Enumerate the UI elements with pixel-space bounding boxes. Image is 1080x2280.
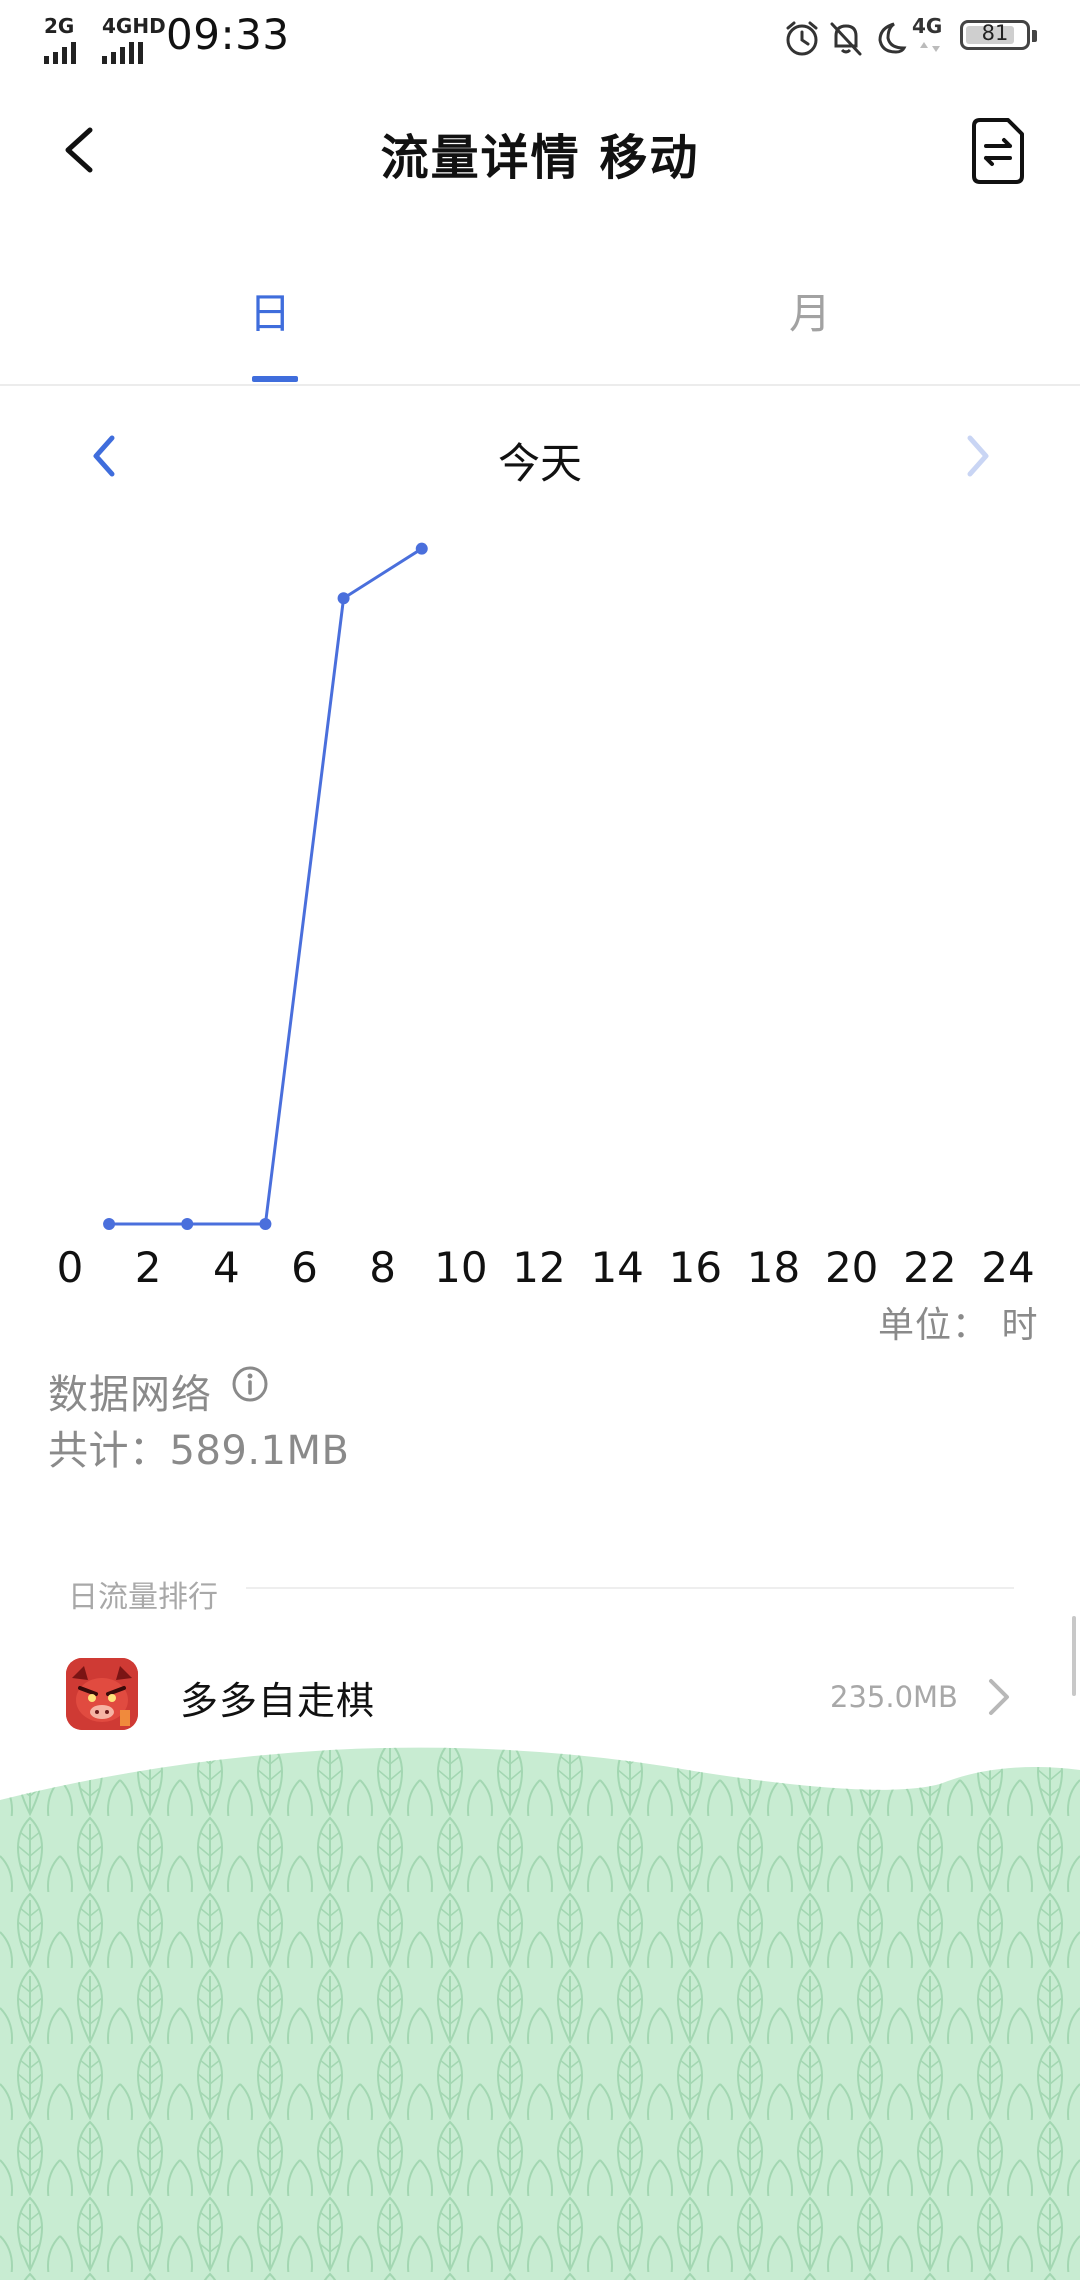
ranking-divider	[246, 1587, 1014, 1589]
alarm-icon	[786, 21, 818, 56]
x-axis-tick-label: 12	[512, 1243, 565, 1292]
x-axis-tick-label: 4	[213, 1243, 240, 1292]
app-data-size: 235.0MB	[830, 1680, 958, 1714]
sim-switch-icon[interactable]	[968, 116, 1028, 186]
tab-divider	[0, 384, 1080, 386]
page-title: 流量详情 移动	[380, 130, 700, 186]
usage-data-point	[181, 1218, 194, 1230]
x-axis-tick-label: 14	[590, 1243, 643, 1292]
battery-level: 81	[981, 21, 1009, 45]
tab-indicator	[252, 376, 298, 382]
network-type-2: 4GHD	[102, 14, 166, 38]
x-axis-tick-label: 6	[291, 1243, 318, 1292]
status-time: 09:33	[166, 10, 290, 59]
usage-data-point	[259, 1218, 272, 1230]
network-type-1: 2G	[44, 14, 75, 38]
mute-bell-icon	[830, 22, 862, 56]
x-axis-tick-label: 20	[825, 1243, 878, 1292]
data-arrows-icon	[920, 42, 940, 52]
app-icon	[66, 1658, 138, 1730]
x-axis-tick-label: 8	[369, 1243, 396, 1292]
chevron-right-icon	[989, 1679, 1009, 1715]
status-bar: 2G 4GHD 09:33 4G 81	[0, 0, 1080, 72]
info-icon[interactable]	[230, 1364, 270, 1404]
network-label: 数据网络	[48, 1372, 212, 1418]
x-axis-tick-label: 10	[434, 1243, 487, 1292]
x-axis-tick-label: 16	[669, 1243, 722, 1292]
usage-series-line	[109, 547, 423, 1226]
leaf-pattern-background	[0, 1747, 1080, 2280]
x-axis-tick-label: 2	[135, 1243, 162, 1292]
signal-bars-icon	[44, 42, 76, 64]
usage-data-point	[337, 592, 350, 605]
app-name: 多多自走棋	[180, 1679, 376, 1723]
scrollbar[interactable]	[1072, 1616, 1076, 1696]
moon-icon	[878, 22, 907, 54]
signal-bars-icon	[102, 42, 143, 64]
network-type-3: 4G	[912, 14, 943, 38]
usage-data-point	[415, 542, 428, 555]
next-day-chevron-icon[interactable]	[956, 428, 1000, 484]
x-axis-tick-label: 24	[981, 1243, 1034, 1292]
x-axis-tick-label: 22	[903, 1243, 956, 1292]
chart-unit-label: 单位： 时	[878, 1305, 1039, 1346]
total-usage: 共计：589.1MB	[48, 1428, 350, 1474]
signal-sim1: 2G 4GHD	[44, 14, 174, 64]
tab-month[interactable]: 月	[540, 280, 1080, 341]
ranking-title: 日流量排行	[68, 1580, 218, 1615]
usage-data-point	[103, 1218, 116, 1230]
x-axis-tick-label: 0	[57, 1243, 84, 1292]
x-axis-tick-label: 18	[747, 1243, 800, 1292]
date-label: 今天	[497, 439, 582, 488]
tab-day[interactable]: 日	[0, 280, 540, 341]
battery-icon: 81	[960, 20, 1037, 50]
usage-line-chart: 0 2 4 6 8 10 12 14 16 18 20 22 24	[57, 542, 1035, 1292]
